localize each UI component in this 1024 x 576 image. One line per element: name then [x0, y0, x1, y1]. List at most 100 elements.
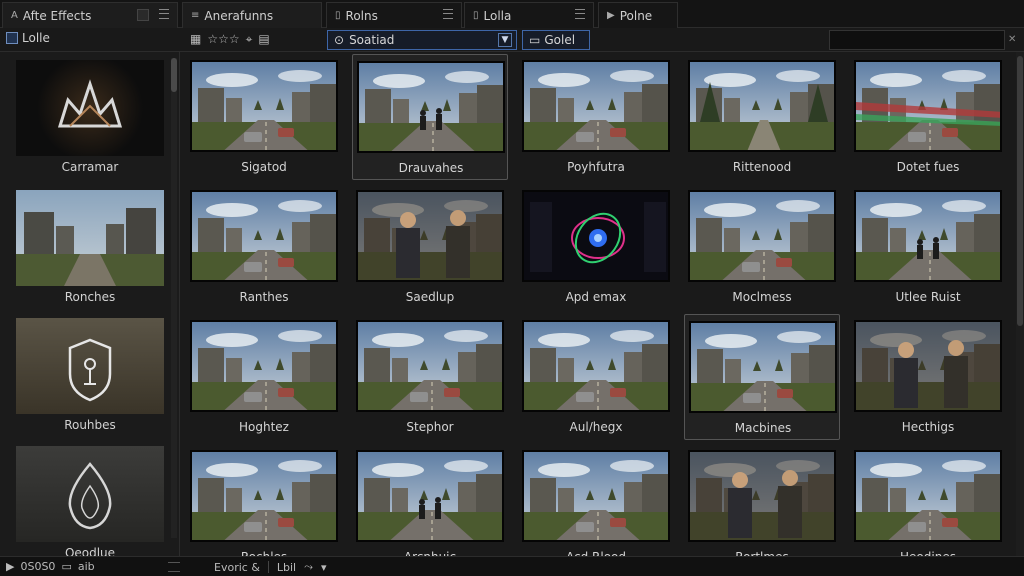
tab-label: Anerafunns	[204, 8, 274, 23]
scroll-thumb[interactable]	[171, 58, 177, 92]
lut-label[interactable]: Lbil	[277, 561, 296, 574]
left-panel-title: Lolle	[22, 31, 50, 45]
preset-grid: Sigatod Drauvahes Poyhfutra Rittenood Dotet …	[182, 52, 1014, 556]
grid-view-icon[interactable]: ▦	[190, 32, 201, 47]
chevron-down-icon[interactable]: ▾	[321, 561, 327, 574]
preset-thumbnail	[522, 60, 670, 152]
list-view-icon[interactable]: ▤	[258, 32, 269, 47]
panel-icon	[6, 32, 18, 44]
preset-thumbnail	[854, 320, 1002, 412]
preset-thumbnail	[522, 190, 670, 282]
tab-after-effects[interactable]: A Afte Effects	[2, 2, 178, 28]
preset-label: Apd emax	[565, 290, 627, 304]
preset-tile[interactable]: Drauvahes	[352, 54, 508, 180]
preset-tile[interactable]: Moclmess	[684, 184, 840, 310]
preset-thumbnail	[854, 450, 1002, 542]
preset-thumbnail	[688, 450, 836, 542]
resize-grip-icon[interactable]	[168, 562, 180, 572]
filter-dropdown[interactable]: ⊙ Soatiad ▼	[327, 30, 517, 50]
preset-tile[interactable]: Rittenood	[684, 54, 840, 180]
grid-scrollbar[interactable]	[1016, 52, 1024, 556]
browser-toolbar: Lolle ▦ ☆☆☆ ⌖ ▤ ⊙ Soatiad ▼ ▭ Golel ✕	[0, 28, 1024, 52]
preset-tile[interactable]: Aul/hegx	[518, 314, 674, 440]
preset-label: Ranthes	[239, 290, 289, 304]
left-thumbnail	[16, 190, 164, 286]
play-icon[interactable]: ▶	[6, 560, 14, 573]
preset-tile[interactable]: Apd emax	[518, 184, 674, 310]
tab-polne[interactable]: ▶ Polne	[598, 2, 678, 28]
preset-tile[interactable]: Rortlmes	[684, 444, 840, 556]
tab-menu-icon[interactable]	[159, 9, 169, 19]
preset-label: Hecthigs	[901, 420, 955, 434]
preset-thumbnail	[357, 61, 505, 153]
scroll-thumb[interactable]	[1017, 56, 1023, 326]
preset-tile[interactable]: Utlee Ruist	[850, 184, 1006, 310]
tab-menu-icon[interactable]	[443, 9, 453, 19]
preset-label: Utlee Ruist	[895, 290, 961, 304]
preset-thumbnail	[522, 320, 670, 412]
preset-tile[interactable]: Macbines	[684, 314, 840, 440]
folder-icon: ▯	[473, 10, 479, 21]
left-item-label: Ronches	[64, 290, 116, 304]
preset-thumbnail	[356, 190, 504, 282]
preset-thumbnail	[854, 60, 1002, 152]
preset-tile[interactable]: Acd Rlood	[518, 444, 674, 556]
tab-anerafunns[interactable]: ≡ Anerafunns	[182, 2, 322, 28]
view-mode-group: ▦ ☆☆☆ ⌖ ▤	[190, 32, 270, 47]
frame-counter: 0S0S0	[20, 560, 56, 573]
preset-thumbnail	[522, 450, 670, 542]
preset-thumbnail	[688, 60, 836, 152]
preset-thumbnail	[190, 450, 338, 542]
folder-icon[interactable]: ▭	[61, 560, 71, 573]
preset-tile[interactable]: Hecthigs	[850, 314, 1006, 440]
left-scrollbar[interactable]	[171, 58, 177, 538]
chevron-down-icon[interactable]: ▼	[498, 33, 512, 47]
left-item-label: Carramar	[61, 160, 119, 174]
play-icon: ▶	[607, 10, 615, 21]
preset-tile[interactable]: Dotet fues	[850, 54, 1006, 180]
preset-thumbnail	[356, 450, 504, 542]
preset-label: Poyhfutra	[567, 160, 625, 174]
preset-tile[interactable]: Saedlup	[352, 184, 508, 310]
tab-close-icon[interactable]	[137, 9, 149, 21]
filter-value: Soatiad	[349, 33, 395, 47]
preset-label: Stephor	[406, 420, 454, 434]
preset-tile[interactable]: Stephor	[352, 314, 508, 440]
preset-label: Rittenood	[732, 160, 792, 174]
tab-menu-icon[interactable]	[575, 9, 585, 19]
link-icon[interactable]: ⤳	[304, 560, 313, 574]
preset-tile[interactable]: Heodines	[850, 444, 1006, 556]
tab-label: Polne	[619, 8, 653, 23]
preset-tile[interactable]: Sigatod	[186, 54, 342, 180]
preset-thumbnail	[688, 190, 836, 282]
status-bar: ▶ 0S0S0 ▭ aib Evoric & Lbil ⤳ ▾	[0, 556, 1024, 576]
preset-tile[interactable]: Poyhfutra	[518, 54, 674, 180]
clear-button[interactable]: ▭ Golel	[522, 30, 590, 50]
preset-thumbnail	[689, 321, 837, 413]
left-thumbnail	[16, 446, 164, 542]
star-filter-icon[interactable]: ☆☆☆	[207, 32, 239, 47]
tab-lolla[interactable]: ▯ Lolla	[464, 2, 594, 28]
pin-icon[interactable]: ⌖	[246, 32, 253, 47]
preset-tile[interactable]: Hoghtez	[186, 314, 342, 440]
preset-thumbnail	[854, 190, 1002, 282]
left-item-label: Oeodlue	[64, 546, 116, 556]
clear-icon: ▭	[529, 33, 541, 47]
shield-icon	[68, 338, 112, 402]
clear-label: Golel	[544, 33, 576, 47]
preset-thumbnail	[190, 60, 338, 152]
separator	[267, 561, 269, 573]
preset-tile[interactable]: Rochles	[186, 444, 342, 556]
close-icon[interactable]: ✕	[1008, 34, 1020, 46]
preset-label: Macbines	[734, 421, 792, 435]
left-panel-header: Lolle	[6, 31, 50, 45]
search-input[interactable]	[829, 30, 1005, 50]
left-item-label: Rouhbes	[64, 418, 116, 432]
preset-tile[interactable]: Arcnhuic	[352, 444, 508, 556]
status-center: Evoric & Lbil ⤳ ▾	[214, 560, 326, 574]
after-effects-icon: A	[11, 10, 18, 21]
event-label[interactable]: Evoric &	[214, 561, 260, 574]
preset-label: Sigatod	[241, 160, 287, 174]
preset-tile[interactable]: Ranthes	[186, 184, 342, 310]
tab-rolns[interactable]: ▯ Rolns	[326, 2, 462, 28]
